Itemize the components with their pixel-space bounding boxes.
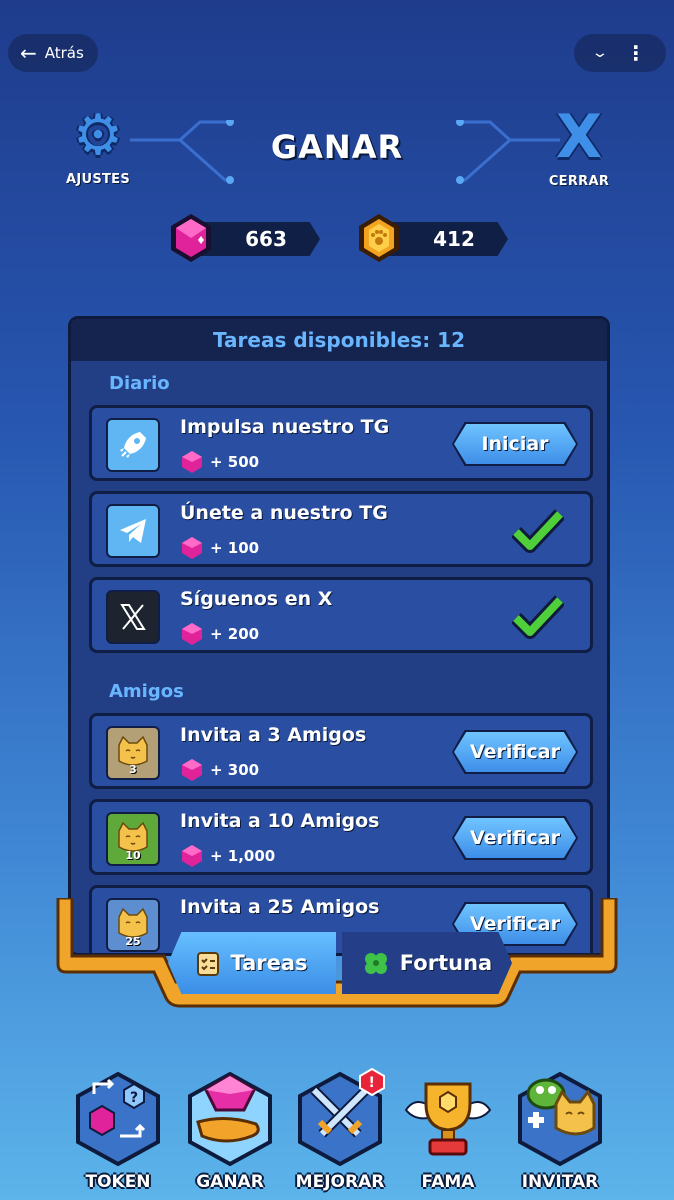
chevron-down-icon[interactable]: ⌄ bbox=[591, 45, 609, 61]
trophy-icon bbox=[404, 1082, 492, 1156]
task-reward-value: + 1,000 bbox=[210, 847, 276, 865]
nav-fame-label: FAMA bbox=[421, 1172, 475, 1192]
nav-upgrade[interactable]: ! MEJORAR bbox=[290, 1068, 390, 1200]
task-reward-value: + 500 bbox=[210, 453, 260, 471]
upgrade-badge: ! bbox=[369, 1075, 375, 1091]
task-row: Impulsa nuestro TG + 500 Iniciar bbox=[89, 405, 593, 481]
task-reward-value: + 100 bbox=[210, 539, 260, 557]
task-reward: + 1,000 bbox=[180, 844, 275, 868]
more-options-icon[interactable]: ⋮ bbox=[626, 43, 646, 63]
tasks-available-heading: Tareas disponibles: 12 bbox=[71, 319, 607, 361]
nav-invite-label: INVITAR bbox=[521, 1172, 599, 1192]
verify-button[interactable]: Verificar bbox=[454, 732, 576, 772]
nav-token[interactable]: ? TOKEN bbox=[68, 1070, 168, 1200]
bottom-nav: ? TOKEN GANAR ! MEJORAR FAMA INVITAR bbox=[0, 1060, 674, 1200]
window-menu: ⌄ ⋮ bbox=[574, 34, 666, 72]
gem-icon bbox=[182, 451, 202, 473]
task-reward: + 200 bbox=[180, 622, 259, 646]
gem-balance: 663 bbox=[168, 212, 328, 264]
coin-balance: 412 bbox=[356, 212, 516, 264]
tab-fortune[interactable]: Fortuna bbox=[342, 932, 512, 994]
task-reward: + 500 bbox=[180, 450, 259, 474]
tab-tasks-label: Tareas bbox=[230, 951, 308, 975]
task-title: Únete a nuestro TG bbox=[180, 502, 388, 524]
gem-icon bbox=[182, 845, 202, 867]
x-icon bbox=[106, 590, 160, 644]
task-row: Únete a nuestro TG + 100 bbox=[89, 491, 593, 567]
cat-icon: 25 bbox=[106, 898, 160, 952]
start-button[interactable]: Iniciar bbox=[454, 424, 576, 464]
svg-text:?: ? bbox=[130, 1090, 138, 1106]
token-swap-icon: ? bbox=[76, 1071, 160, 1166]
task-reward-value: + 200 bbox=[210, 625, 260, 643]
gem-icon bbox=[171, 214, 211, 262]
tasks-panel: Tareas disponibles: 12 Diario Impulsa nu… bbox=[68, 316, 610, 956]
paw-coin-icon bbox=[359, 214, 399, 262]
gem-icon bbox=[182, 537, 202, 559]
alert-badge-icon: ! bbox=[359, 1068, 385, 1096]
nav-earn-label: GANAR bbox=[196, 1172, 264, 1192]
arrow-left-icon: ← bbox=[20, 41, 37, 65]
checkmark-icon bbox=[512, 595, 564, 639]
task-reward: + 300 bbox=[180, 758, 259, 782]
task-row: 10 Invita a 10 Amigos + 1,000 Verificar bbox=[89, 799, 593, 875]
gem-icon bbox=[182, 759, 202, 781]
top-bar: ← Atrás ⌄ ⋮ bbox=[8, 34, 666, 72]
cat-icon: 3 bbox=[106, 726, 160, 780]
task-title: Invita a 3 Amigos bbox=[180, 724, 367, 746]
nav-fame[interactable]: FAMA bbox=[398, 1070, 498, 1200]
gem-icon bbox=[182, 623, 202, 645]
task-row: 25 Invita a 25 Amigos Verificar bbox=[89, 885, 593, 953]
task-title: Síguenos en X bbox=[180, 588, 333, 610]
back-label: Atrás bbox=[44, 44, 84, 62]
checkmark-icon bbox=[512, 509, 564, 553]
task-reward-value: + 300 bbox=[210, 761, 260, 779]
nav-earn[interactable]: GANAR bbox=[180, 1070, 280, 1200]
header: ⚙ AJUSTES GANAR X CERRAR bbox=[0, 100, 674, 200]
back-button[interactable]: ← Atrás bbox=[8, 34, 98, 72]
friends-count-label: 3 bbox=[129, 763, 137, 776]
nav-upgrade-label: MEJORAR bbox=[295, 1172, 385, 1192]
task-title: Invita a 25 Amigos bbox=[180, 896, 380, 918]
rocket-icon bbox=[106, 418, 160, 472]
clipboard-icon bbox=[197, 952, 220, 976]
nav-invite[interactable]: INVITAR bbox=[510, 1070, 610, 1200]
friends-count-label: 25 bbox=[125, 935, 141, 948]
settings-label: AJUSTES bbox=[66, 172, 131, 187]
tab-tasks[interactable]: Tareas bbox=[168, 932, 336, 994]
section-title-daily: Diario bbox=[109, 373, 170, 394]
task-title: Impulsa nuestro TG bbox=[180, 416, 390, 438]
close-button[interactable]: X CERRAR bbox=[546, 106, 612, 189]
verify-button[interactable]: Verificar bbox=[454, 818, 576, 858]
close-icon: X bbox=[555, 102, 603, 172]
cat-icon: 10 bbox=[106, 812, 160, 866]
invite-friends-icon bbox=[518, 1071, 602, 1166]
task-title: Invita a 10 Amigos bbox=[180, 810, 380, 832]
gem-hand-icon bbox=[188, 1071, 272, 1166]
clover-icon bbox=[364, 953, 387, 974]
section-title-friends: Amigos bbox=[109, 681, 184, 702]
close-label: CERRAR bbox=[548, 174, 610, 189]
task-row: 3 Invita a 3 Amigos + 300 Verificar bbox=[89, 713, 593, 789]
telegram-icon bbox=[106, 504, 160, 558]
tab-fortune-label: Fortuna bbox=[399, 951, 493, 975]
task-row: Síguenos en X + 200 bbox=[89, 577, 593, 653]
friends-count-label: 10 bbox=[125, 849, 141, 862]
nav-token-label: TOKEN bbox=[85, 1172, 151, 1192]
task-reward: + 100 bbox=[180, 536, 259, 560]
